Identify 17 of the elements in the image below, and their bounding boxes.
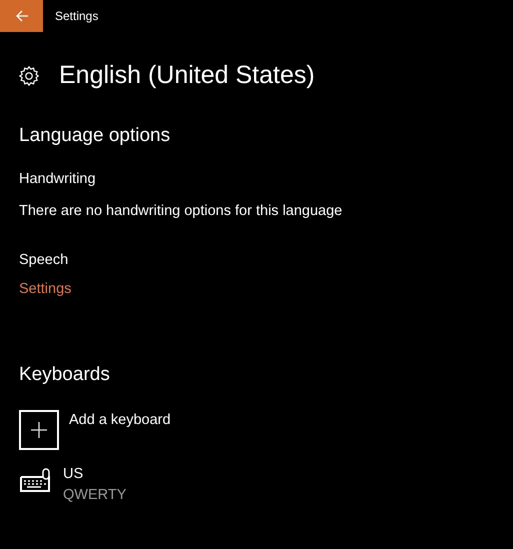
keyboard-item[interactable]: US QWERTY: [19, 464, 513, 507]
setting-label: Speech: [19, 250, 70, 270]
settings-icon: [18, 64, 40, 87]
section-heading: Keyboards: [19, 363, 111, 387]
section-heading: Language options: [19, 124, 172, 148]
info-text: There are no handwriting options for this language: [19, 202, 344, 221]
window-title: Settings: [55, 8, 98, 24]
keyboard-layout: QWERTY: [63, 486, 126, 506]
keyboard-icon: [19, 468, 53, 494]
keyboard-name: US: [63, 464, 84, 484]
setting-label: Handwriting: [19, 170, 97, 189]
back-button[interactable]: [0, 0, 43, 32]
settings-link[interactable]: Settings: [19, 279, 72, 301]
plus-icon: [31, 422, 47, 438]
back-arrow-icon: [14, 10, 28, 22]
page-title: English (United States): [59, 60, 315, 91]
add-keyboard-button[interactable]: Add a keyboard: [19, 410, 171, 450]
